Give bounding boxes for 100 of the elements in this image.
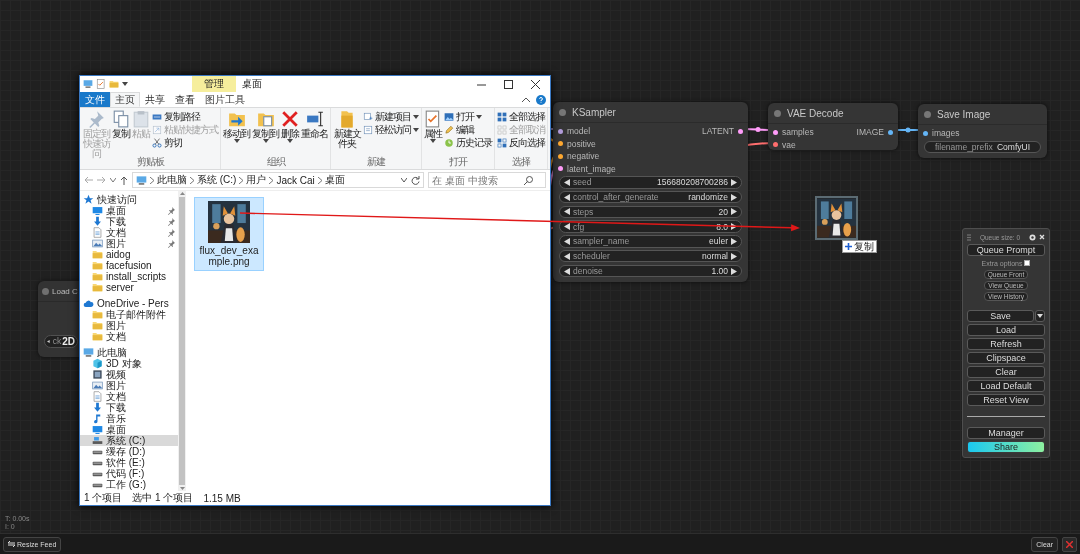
- save-button[interactable]: Save: [967, 310, 1034, 322]
- tree-item[interactable]: facefusion: [80, 260, 178, 271]
- settings-icon[interactable]: [1029, 233, 1036, 241]
- tree-item[interactable]: 电子邮件附件: [80, 309, 178, 320]
- number-widget[interactable]: scheduler normal: [559, 250, 742, 263]
- ribbon-button[interactable]: 打开: [444, 110, 492, 123]
- slot-dot[interactable]: [558, 141, 563, 147]
- tree-item[interactable]: aidog: [80, 249, 178, 260]
- menu-button[interactable]: Load: [967, 324, 1045, 336]
- tree-item[interactable]: 图片: [80, 380, 178, 391]
- tree-item[interactable]: OneDrive - Pers: [80, 298, 178, 309]
- caret-down-icon[interactable]: [401, 178, 407, 182]
- ribbon-tab[interactable]: 主页: [110, 92, 140, 107]
- tree-item[interactable]: 图片: [80, 320, 178, 331]
- ribbon-button[interactable]: 剪切: [152, 136, 218, 149]
- tree-item[interactable]: 3D 对象: [80, 358, 178, 369]
- ribbon-button[interactable]: 反向选择: [497, 136, 545, 149]
- ribbon-tab[interactable]: 查看: [170, 92, 200, 107]
- ribbon-button[interactable]: 重命名: [301, 110, 328, 156]
- chevron-up-icon[interactable]: [522, 97, 530, 102]
- menu-button[interactable]: Clipspace: [967, 352, 1045, 364]
- ribbon-button[interactable]: 删除: [281, 110, 299, 156]
- number-widget[interactable]: seed 156680208700286: [559, 176, 742, 189]
- ribbon-button[interactable]: 复制: [112, 110, 130, 156]
- ribbon-button[interactable]: 移动到: [223, 110, 250, 156]
- tree-item[interactable]: 此电脑: [80, 347, 178, 358]
- tree-item[interactable]: 工作 (G:): [80, 479, 178, 490]
- ribbon-button[interactable]: 全部选择: [497, 110, 545, 123]
- tree-item[interactable]: 软件 (E:): [80, 457, 178, 468]
- ribbon-button[interactable]: 新建项目: [363, 110, 419, 123]
- status-dot: [42, 287, 49, 295]
- tree-item[interactable]: 桌面: [80, 424, 178, 435]
- ribbon-button[interactable]: 属性: [424, 110, 442, 156]
- tree-item[interactable]: 文档: [80, 227, 178, 238]
- ribbon-button[interactable]: 新建文件夹: [333, 110, 361, 156]
- tree-item[interactable]: 下载: [80, 216, 178, 227]
- menu-button[interactable]: Reset View: [967, 394, 1045, 406]
- tree-item[interactable]: 缓存 (D:): [80, 446, 178, 457]
- text-widget[interactable]: filename_prefix ComfyUI: [924, 140, 1041, 153]
- slot-dot[interactable]: [558, 166, 563, 172]
- slot-dot[interactable]: [738, 128, 743, 134]
- queue-prompt-button[interactable]: Queue Prompt: [967, 244, 1045, 256]
- breadcrumb-link[interactable]: 系统 (C:): [197, 173, 237, 187]
- slot-dot[interactable]: [773, 129, 778, 135]
- number-widget[interactable]: control_after_generate randomize: [559, 190, 742, 204]
- menu-button[interactable]: Manager: [967, 427, 1045, 439]
- tree-item[interactable]: 文档: [80, 331, 178, 342]
- search-field[interactable]: 在 桌面 中搜索: [428, 172, 546, 188]
- tree-item[interactable]: 文档: [80, 391, 178, 402]
- ribbon-button[interactable]: 复制路径: [152, 110, 218, 123]
- maximize-icon[interactable]: [504, 79, 513, 89]
- breadcrumb-link[interactable]: 此电脑: [157, 173, 187, 187]
- share-button[interactable]: Share: [967, 441, 1045, 453]
- menu-button[interactable]: Clear: [967, 366, 1045, 378]
- breadcrumb-link[interactable]: 桌面: [324, 173, 345, 187]
- slot-dot[interactable]: [923, 130, 928, 136]
- slot-dot[interactable]: [558, 128, 563, 134]
- tree-item[interactable]: 视频: [80, 369, 178, 380]
- slot-dot[interactable]: [773, 142, 778, 148]
- computer-icon: [83, 79, 93, 89]
- number-widget[interactable]: sampler_name euler: [559, 235, 742, 248]
- refresh-icon[interactable]: [411, 175, 420, 185]
- tree-item[interactable]: install_scripts: [80, 271, 178, 282]
- breadcrumb-link[interactable]: Jack Cai: [276, 174, 315, 186]
- breadcrumb-link[interactable]: 用户: [246, 173, 267, 187]
- number-widget[interactable]: denoise 1.00: [559, 264, 742, 278]
- caret-down-icon[interactable]: [110, 178, 116, 182]
- tree-item[interactable]: 快速访问: [80, 194, 178, 205]
- tree-item[interactable]: server: [80, 282, 178, 293]
- tree-item[interactable]: 系统 (C:): [80, 435, 178, 446]
- menu-button[interactable]: Load Default: [967, 380, 1045, 392]
- menu-button[interactable]: Refresh: [967, 338, 1045, 350]
- scrollbar[interactable]: [178, 191, 186, 491]
- tree-item[interactable]: 图片: [80, 238, 178, 249]
- dropdown-button[interactable]: [1035, 310, 1045, 322]
- ribbon-tab[interactable]: 图片工具: [200, 92, 250, 107]
- combo-widget[interactable]: ck2D: [44, 335, 78, 348]
- help-icon[interactable]: [536, 94, 546, 105]
- file-item[interactable]: flux_dev_example.png: [194, 197, 264, 271]
- close-button[interactable]: [1062, 536, 1077, 552]
- tree-item[interactable]: 音乐: [80, 413, 178, 424]
- image-thumbnail[interactable]: [815, 196, 858, 240]
- up-arrow-icon[interactable]: [120, 175, 128, 185]
- ribbon-button[interactable]: 复制到: [252, 110, 279, 156]
- checkbox[interactable]: [1024, 260, 1031, 266]
- ribbon-button[interactable]: 编辑: [444, 123, 492, 136]
- drag-handle-icon[interactable]: [967, 233, 971, 241]
- tree-item[interactable]: 代码 (F:): [80, 468, 178, 479]
- ribbon-tab[interactable]: 共享: [140, 92, 170, 107]
- address-bar[interactable]: 此电脑 系统 (C:) 用户 Jack Cai 桌面: [132, 172, 424, 188]
- slot-dot[interactable]: [888, 129, 893, 135]
- ribbon-button[interactable]: 历史记录: [444, 136, 492, 149]
- slot-dot[interactable]: [558, 153, 563, 159]
- ribbon-button[interactable]: 轻松访问: [363, 123, 419, 136]
- number-widget[interactable]: steps 20: [559, 205, 742, 219]
- tree-item[interactable]: 桌面: [80, 205, 178, 216]
- tree-item[interactable]: 下载: [80, 402, 178, 413]
- close-icon[interactable]: [531, 79, 540, 89]
- group-label: 新建: [366, 156, 387, 167]
- ribbon-tab[interactable]: 文件: [80, 92, 110, 107]
